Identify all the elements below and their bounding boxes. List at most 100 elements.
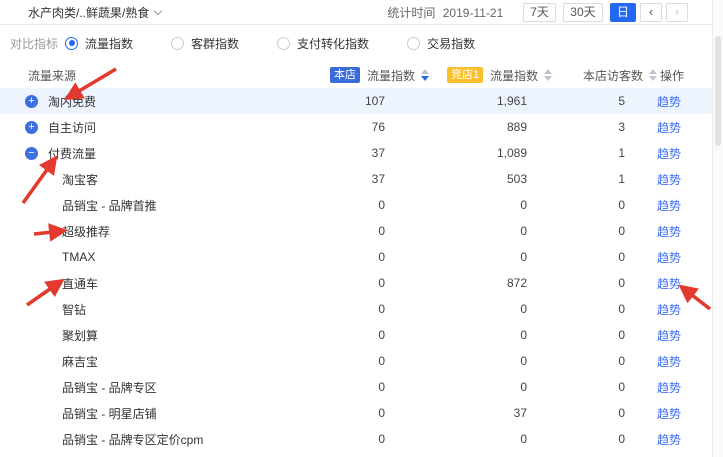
traffic-source-name: 品销宝 - 品牌专区定价cpm (62, 431, 203, 448)
metric-radio-option[interactable]: 支付转化指数 (277, 35, 369, 52)
table-row[interactable]: + 自主访问 76 889 3 趋势 (0, 114, 713, 140)
collapse-icon[interactable]: − (25, 147, 38, 160)
trend-link[interactable]: 趋势 (657, 277, 681, 291)
compare-metric-bar: 对比指标 流量指数 客群指数 支付转化指数 交易指数 (0, 27, 475, 59)
rival-badge: 竞店1 (447, 67, 483, 83)
metric-radio-option[interactable]: 流量指数 (65, 35, 133, 52)
chevron-down-icon (154, 6, 162, 14)
rival-traffic-index-value: 0 (385, 380, 527, 394)
table-header: 流量来源 本店 流量指数 竞店1 流量指数 本店访客数 操作 (0, 62, 713, 88)
compare-metric-label: 对比指标 (10, 35, 58, 52)
traffic-source-cell: 品销宝 - 品牌首推 (0, 197, 310, 214)
prev-day-button[interactable]: ‹ (640, 3, 662, 22)
date-range-button[interactable]: 日 (610, 3, 636, 22)
column-header-shop-index[interactable]: 本店 流量指数 (330, 62, 429, 88)
trend-link[interactable]: 趋势 (657, 407, 681, 421)
table-row[interactable]: − 付费流量 37 1,089 1 趋势 (0, 140, 713, 166)
traffic-source-cell: TMAX (0, 250, 310, 264)
sort-desc-icon[interactable] (421, 69, 429, 81)
column-header-visitors[interactable]: 本店访客数 (583, 62, 657, 88)
action-cell: 趋势 (625, 223, 713, 240)
column-header-source: 流量来源 (28, 62, 76, 88)
table-row[interactable]: TMAX 0 0 0 趋势 (0, 244, 713, 270)
shop-visitors-value: 1 (527, 146, 625, 160)
shop-visitors-value: 0 (527, 224, 625, 238)
table-row[interactable]: 直通车 0 872 0 趋势 (0, 270, 713, 296)
shop-traffic-index-value: 107 (310, 94, 385, 108)
column-header-rival-index-label: 流量指数 (490, 67, 538, 84)
traffic-source-cell: 品销宝 - 品牌专区定价cpm (0, 431, 310, 448)
action-cell: 趋势 (625, 119, 713, 136)
rival-traffic-index-value: 0 (385, 302, 527, 316)
traffic-source-name: 超级推荐 (62, 223, 110, 240)
table-row[interactable]: 淘宝客 37 503 1 趋势 (0, 166, 713, 192)
trend-link[interactable]: 趋势 (657, 121, 681, 135)
metric-radio-option[interactable]: 交易指数 (407, 35, 475, 52)
trend-link[interactable]: 趋势 (657, 355, 681, 369)
scrollbar-thumb[interactable] (715, 36, 721, 146)
column-header-rival-index[interactable]: 竞店1 流量指数 (447, 62, 552, 88)
shop-traffic-index-value: 0 (310, 432, 385, 446)
date-range-button[interactable]: 7天 (523, 3, 556, 22)
traffic-source-name: 聚划算 (62, 327, 98, 344)
shop-visitors-value: 0 (527, 250, 625, 264)
shop-visitors-value: 0 (527, 302, 625, 316)
rival-traffic-index-value: 1,961 (385, 94, 527, 108)
radio-icon (65, 37, 78, 50)
action-cell: 趋势 (625, 431, 713, 448)
table-row[interactable]: 品销宝 - 品牌专区定价cpm 0 0 0 趋势 (0, 426, 713, 452)
metric-radio-option[interactable]: 客群指数 (171, 35, 239, 52)
trend-link[interactable]: 趋势 (657, 199, 681, 213)
trend-link[interactable]: 趋势 (657, 173, 681, 187)
action-cell: 趋势 (625, 249, 713, 266)
trend-link[interactable]: 趋势 (657, 95, 681, 109)
shop-traffic-index-value: 0 (310, 380, 385, 394)
action-cell: 趋势 (625, 171, 713, 188)
top-bar: 水产肉类/..鲜蔬果/熟食 统计时间 2019-11-21 7天 30天 日 ‹… (0, 0, 712, 25)
column-header-source-label: 流量来源 (28, 67, 76, 84)
traffic-source-cell: 聚划算 (0, 327, 310, 344)
traffic-source-cell: 品销宝 - 品牌专区 (0, 379, 310, 396)
action-cell: 趋势 (625, 275, 713, 292)
expand-icon[interactable]: + (25, 121, 38, 134)
trend-link[interactable]: 趋势 (657, 433, 681, 447)
next-day-button[interactable]: › (666, 3, 688, 22)
category-selector[interactable]: 水产肉类/..鲜蔬果/熟食 (28, 4, 161, 21)
trend-link[interactable]: 趋势 (657, 329, 681, 343)
table-row[interactable]: 品销宝 - 品牌首推 0 0 0 趋势 (0, 192, 713, 218)
radio-option-label: 交易指数 (427, 35, 475, 52)
trend-link[interactable]: 趋势 (657, 147, 681, 161)
shop-traffic-index-value: 0 (310, 198, 385, 212)
trend-link[interactable]: 趋势 (657, 225, 681, 239)
traffic-source-name: 品销宝 - 明星店铺 (62, 405, 157, 422)
radio-icon (407, 37, 420, 50)
table-row[interactable]: 超级推荐 0 0 0 趋势 (0, 218, 713, 244)
radio-option-label: 流量指数 (85, 35, 133, 52)
column-header-visitors-label: 本店访客数 (583, 67, 643, 84)
traffic-source-table: + 淘内免费 107 1,961 5 趋势 + 自主访问 76 889 3 趋势… (0, 88, 713, 452)
expand-icon[interactable]: + (25, 95, 38, 108)
table-row[interactable]: + 淘内免费 107 1,961 5 趋势 (0, 88, 713, 114)
table-row[interactable]: 品销宝 - 明星店铺 0 37 0 趋势 (0, 400, 713, 426)
trend-link[interactable]: 趋势 (657, 251, 681, 265)
table-row[interactable]: 智钻 0 0 0 趋势 (0, 296, 713, 322)
traffic-source-cell: 直通车 (0, 275, 310, 292)
traffic-source-cell: 智钻 (0, 301, 310, 318)
shop-traffic-index-value: 0 (310, 224, 385, 238)
analytics-page: 水产肉类/..鲜蔬果/熟食 统计时间 2019-11-21 7天 30天 日 ‹… (0, 0, 723, 457)
trend-link[interactable]: 趋势 (657, 381, 681, 395)
table-row[interactable]: 聚划算 0 0 0 趋势 (0, 322, 713, 348)
action-cell: 趋势 (625, 93, 713, 110)
sort-icon[interactable] (544, 69, 552, 81)
trend-link[interactable]: 趋势 (657, 303, 681, 317)
vertical-scrollbar[interactable] (712, 0, 723, 457)
table-row[interactable]: 品销宝 - 品牌专区 0 0 0 趋势 (0, 374, 713, 400)
shop-visitors-value: 3 (527, 120, 625, 134)
stat-time-date: 2019-11-21 (443, 6, 504, 20)
sort-icon[interactable] (649, 69, 657, 81)
date-range-button[interactable]: 30天 (563, 3, 602, 22)
table-row[interactable]: 麻吉宝 0 0 0 趋势 (0, 348, 713, 374)
shop-traffic-index-value: 76 (310, 120, 385, 134)
traffic-source-name: 淘内免费 (48, 93, 96, 110)
column-header-action-label: 操作 (660, 67, 684, 84)
